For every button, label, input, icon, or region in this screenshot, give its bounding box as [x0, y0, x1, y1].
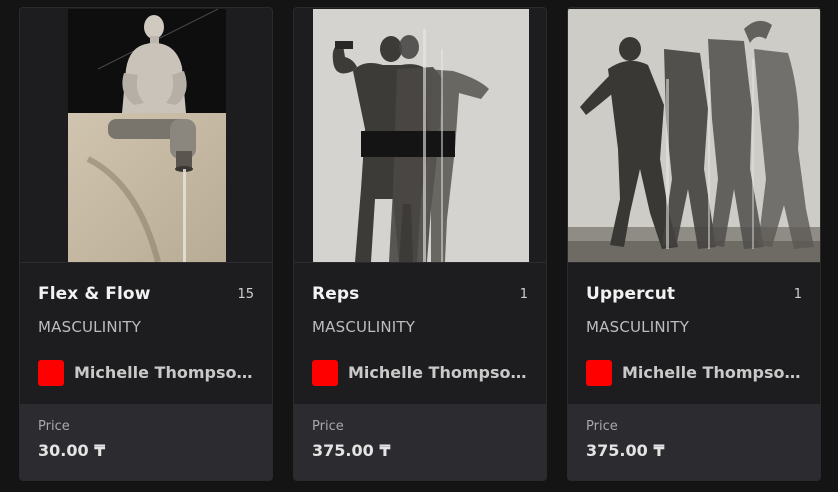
artist-avatar: [586, 360, 612, 386]
price-section: Price 375.00 ₸: [568, 404, 820, 480]
price-value: 375.00 ₸: [586, 441, 665, 460]
edition-count: 1: [519, 287, 528, 302]
artwork-image[interactable]: [568, 9, 820, 262]
price-label: Price: [312, 419, 344, 434]
artwork-card-uppercut[interactable]: Uppercut 1 MASCULINITY Michelle Thompson…: [567, 7, 821, 481]
artwork-image[interactable]: [313, 9, 529, 262]
artwork-title[interactable]: Uppercut: [586, 284, 675, 304]
price-section: Price 375.00 ₸: [294, 404, 546, 480]
artwork-image-frame: [20, 8, 272, 263]
artwork-image-frame: [568, 8, 820, 263]
artwork-image-frame: [294, 8, 546, 263]
artwork-grid: Flex & Flow 15 MASCULINITY Michelle Thom…: [0, 0, 838, 492]
artwork-title[interactable]: Flex & Flow: [38, 284, 151, 304]
artist-avatar: [38, 360, 64, 386]
price-label: Price: [586, 419, 618, 434]
price-value: 375.00 ₸: [312, 441, 391, 460]
artwork-card-flex-and-flow[interactable]: Flex & Flow 15 MASCULINITY Michelle Thom…: [19, 7, 273, 481]
edition-count: 15: [237, 287, 254, 302]
price-value: 30.00 ₸: [38, 441, 106, 460]
card-title-row: Reps 1: [312, 284, 528, 308]
artwork-title[interactable]: Reps: [312, 284, 359, 304]
artist-name[interactable]: Michelle Thompson...: [74, 363, 256, 382]
artist-avatar: [312, 360, 338, 386]
artist-name[interactable]: Michelle Thompson...: [348, 363, 530, 382]
artist-row[interactable]: Michelle Thompson...: [312, 360, 530, 386]
artist-name[interactable]: Michelle Thompson...: [622, 363, 804, 382]
artwork-card-reps[interactable]: Reps 1 MASCULINITY Michelle Thompson... …: [293, 7, 547, 481]
card-title-row: Uppercut 1: [586, 284, 802, 308]
artwork-category: MASCULINITY: [312, 318, 416, 336]
artwork-category: MASCULINITY: [586, 318, 690, 336]
artwork-image[interactable]: [68, 9, 226, 262]
edition-count: 1: [793, 287, 802, 302]
price-section: Price 30.00 ₸: [20, 404, 272, 480]
artwork-category: MASCULINITY: [38, 318, 142, 336]
card-title-row: Flex & Flow 15: [38, 284, 254, 308]
price-label: Price: [38, 419, 70, 434]
artist-row[interactable]: Michelle Thompson...: [38, 360, 256, 386]
artist-row[interactable]: Michelle Thompson...: [586, 360, 804, 386]
